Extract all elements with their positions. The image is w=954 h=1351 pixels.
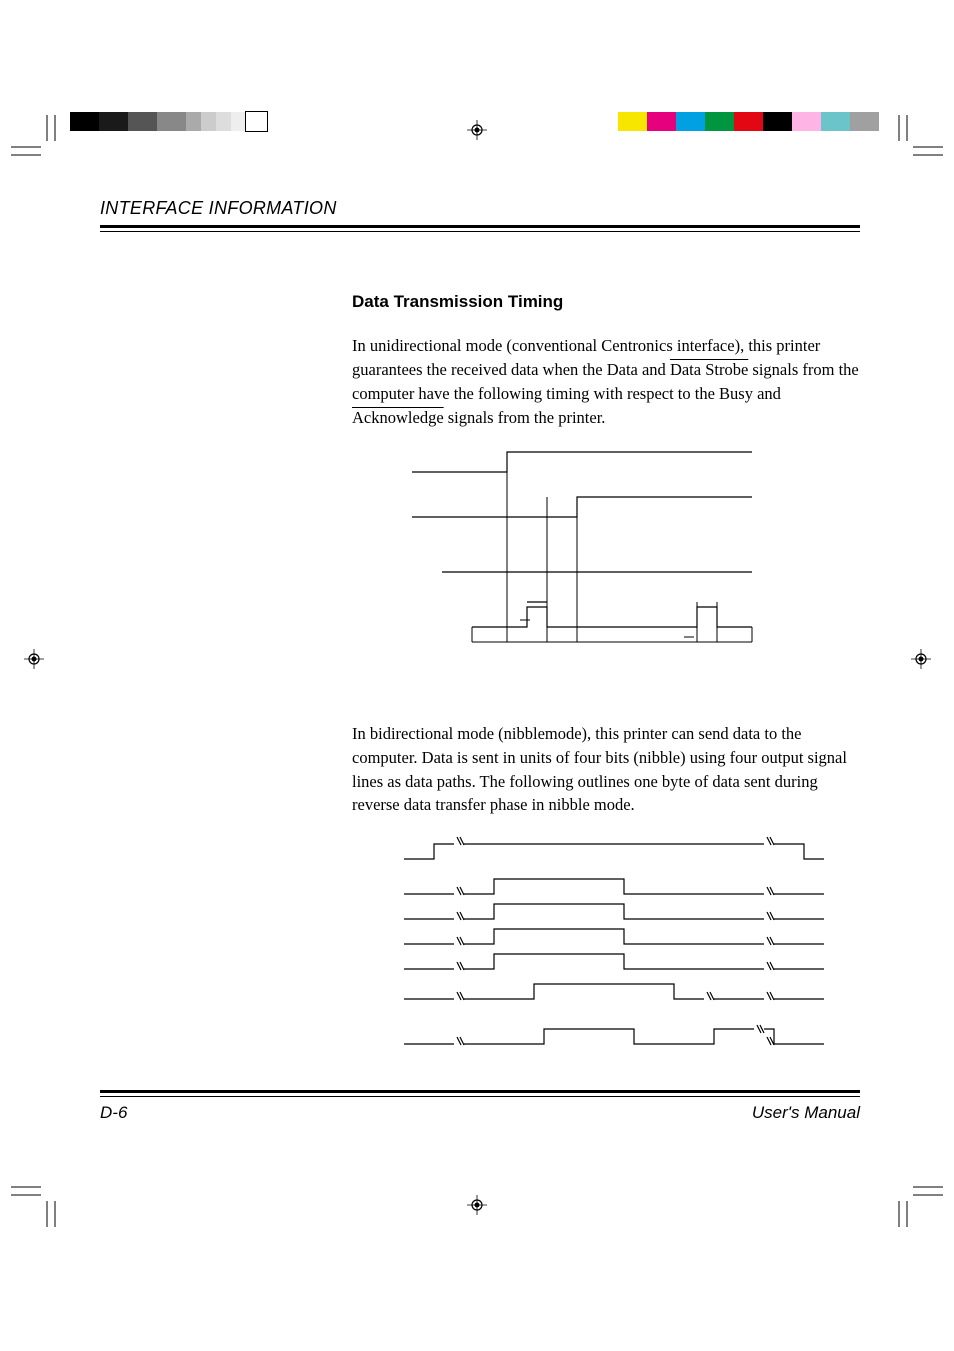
crop-mark-icon (895, 115, 943, 163)
footer-rule-thick (100, 1090, 860, 1093)
color-bar (618, 112, 879, 131)
document-title: User's Manual (752, 1103, 860, 1123)
body-column: Data Transmission Timing In unidirection… (352, 292, 862, 1059)
crop-mark-icon (895, 1179, 943, 1227)
registration-mark-icon (911, 649, 931, 669)
crop-mark-icon (11, 1179, 59, 1227)
registration-mark-icon (467, 120, 487, 140)
page-content: INTERFACE INFORMATION Data Transmission … (100, 198, 860, 1059)
crop-mark-icon (11, 115, 59, 163)
timing-diagram-unidirectional (412, 442, 862, 662)
page-number: D-6 (100, 1103, 127, 1123)
registration-mark-icon (467, 1195, 487, 1215)
subheading: Data Transmission Timing (352, 292, 862, 312)
header-rule-thick (100, 225, 860, 228)
footer-rule-thin (100, 1096, 860, 1097)
overline-text: Acknowledge (352, 408, 444, 427)
overline-text: Data Strobe (670, 360, 748, 379)
paragraph: In bidirectional mode (nibblemode), this… (352, 722, 862, 818)
grayscale-color-bar (70, 112, 267, 131)
paragraph: In unidirectional mode (conventional Cen… (352, 334, 862, 430)
registration-mark-icon (24, 649, 44, 669)
section-header: INTERFACE INFORMATION (100, 198, 860, 219)
text: signals from the printer. (444, 408, 606, 427)
page-footer: D-6 User's Manual (100, 1090, 860, 1123)
header-rule-thin (100, 231, 860, 232)
timing-diagram-bidirectional (374, 829, 862, 1059)
